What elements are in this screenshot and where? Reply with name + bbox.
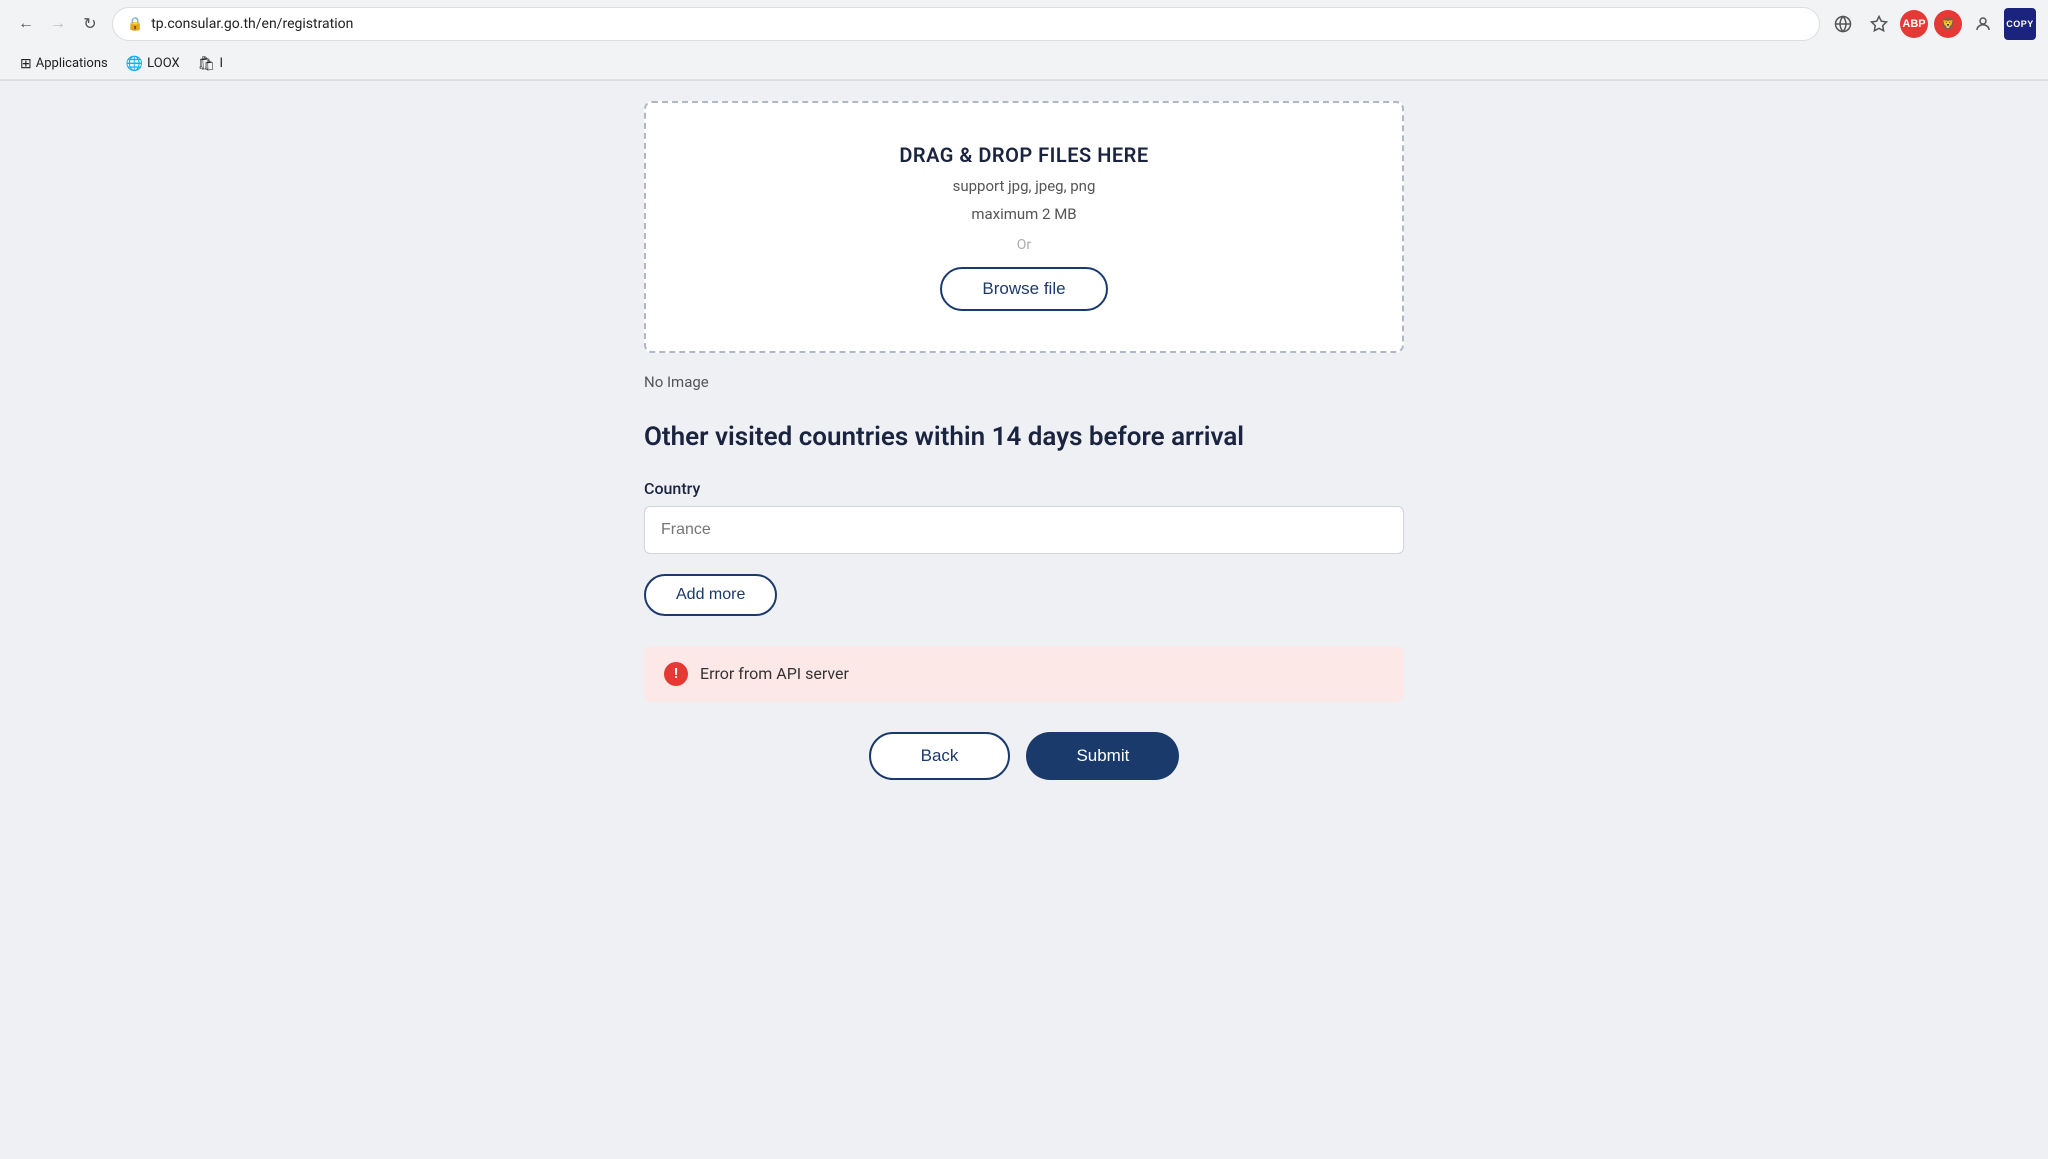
loox-icon: 🌐	[126, 56, 143, 72]
country-input[interactable]	[644, 506, 1404, 554]
bookmark-applications[interactable]: ⊞ Applications	[12, 53, 116, 75]
address-bar[interactable]: 🔒 tp.consular.go.th/en/registration	[112, 7, 1820, 41]
apps-icon: ⊞	[20, 56, 32, 72]
no-image-text: No Image	[644, 373, 1404, 391]
profile-button[interactable]	[1968, 9, 1998, 39]
copy-extension-button[interactable]: COPY	[2004, 8, 2036, 40]
bottom-buttons: Back Submit	[644, 732, 1404, 780]
form-container: DRAG & DROP FILES HERE support jpg, jpeg…	[624, 101, 1424, 780]
abp-label: ABP	[1902, 18, 1925, 30]
url-text: tp.consular.go.th/en/registration	[151, 16, 1805, 32]
page-content: DRAG & DROP FILES HERE support jpg, jpeg…	[0, 81, 2048, 1159]
star-button[interactable]	[1864, 9, 1894, 39]
country-label: Country	[644, 479, 1404, 498]
browser-toolbar: ← → ↻ 🔒 tp.consular.go.th/en/registratio…	[0, 0, 2048, 48]
translate-extension-button[interactable]	[1828, 9, 1858, 39]
drop-zone-title: DRAG & DROP FILES HERE	[899, 143, 1148, 167]
error-message: Error from API server	[700, 664, 849, 683]
browse-file-button[interactable]: Browse file	[940, 267, 1107, 311]
abp-extension-button[interactable]: ABP	[1900, 10, 1928, 38]
bookmark-loox-label: LOOX	[147, 56, 180, 71]
bookmark-shopify[interactable]: 🛍 I	[190, 53, 231, 75]
drop-zone-support: support jpg, jpeg, png	[953, 177, 1096, 195]
bookmark-loox[interactable]: 🌐 LOOX	[118, 53, 188, 75]
error-box: ! Error from API server	[644, 646, 1404, 702]
bookmark-applications-label: Applications	[36, 56, 108, 71]
lock-icon: 🔒	[127, 17, 143, 32]
brave-extension-button[interactable]: 🦁	[1934, 10, 1962, 38]
bookmarks-bar: ⊞ Applications 🌐 LOOX 🛍 I	[0, 48, 2048, 80]
error-icon: !	[664, 662, 688, 686]
submit-button[interactable]: Submit	[1026, 732, 1179, 780]
toolbar-right: ABP 🦁 COPY	[1828, 8, 2036, 40]
forward-nav-button[interactable]: →	[44, 10, 72, 38]
bookmark-shopify-label: I	[219, 56, 223, 71]
drop-zone-max: maximum 2 MB	[971, 205, 1076, 223]
shopify-icon: 🛍	[198, 56, 216, 72]
back-nav-button[interactable]: ←	[12, 10, 40, 38]
section-heading: Other visited countries within 14 days b…	[644, 421, 1404, 455]
drop-zone[interactable]: DRAG & DROP FILES HERE support jpg, jpeg…	[644, 101, 1404, 353]
add-more-button[interactable]: Add more	[644, 574, 777, 616]
back-button[interactable]: Back	[869, 732, 1011, 780]
drop-zone-or: Or	[1017, 237, 1031, 253]
nav-buttons: ← → ↻	[12, 10, 104, 38]
copy-label: COPY	[2006, 19, 2034, 29]
brave-icon: 🦁	[1941, 17, 1956, 31]
browser-chrome: ← → ↻ 🔒 tp.consular.go.th/en/registratio…	[0, 0, 2048, 81]
reload-button[interactable]: ↻	[76, 10, 104, 38]
